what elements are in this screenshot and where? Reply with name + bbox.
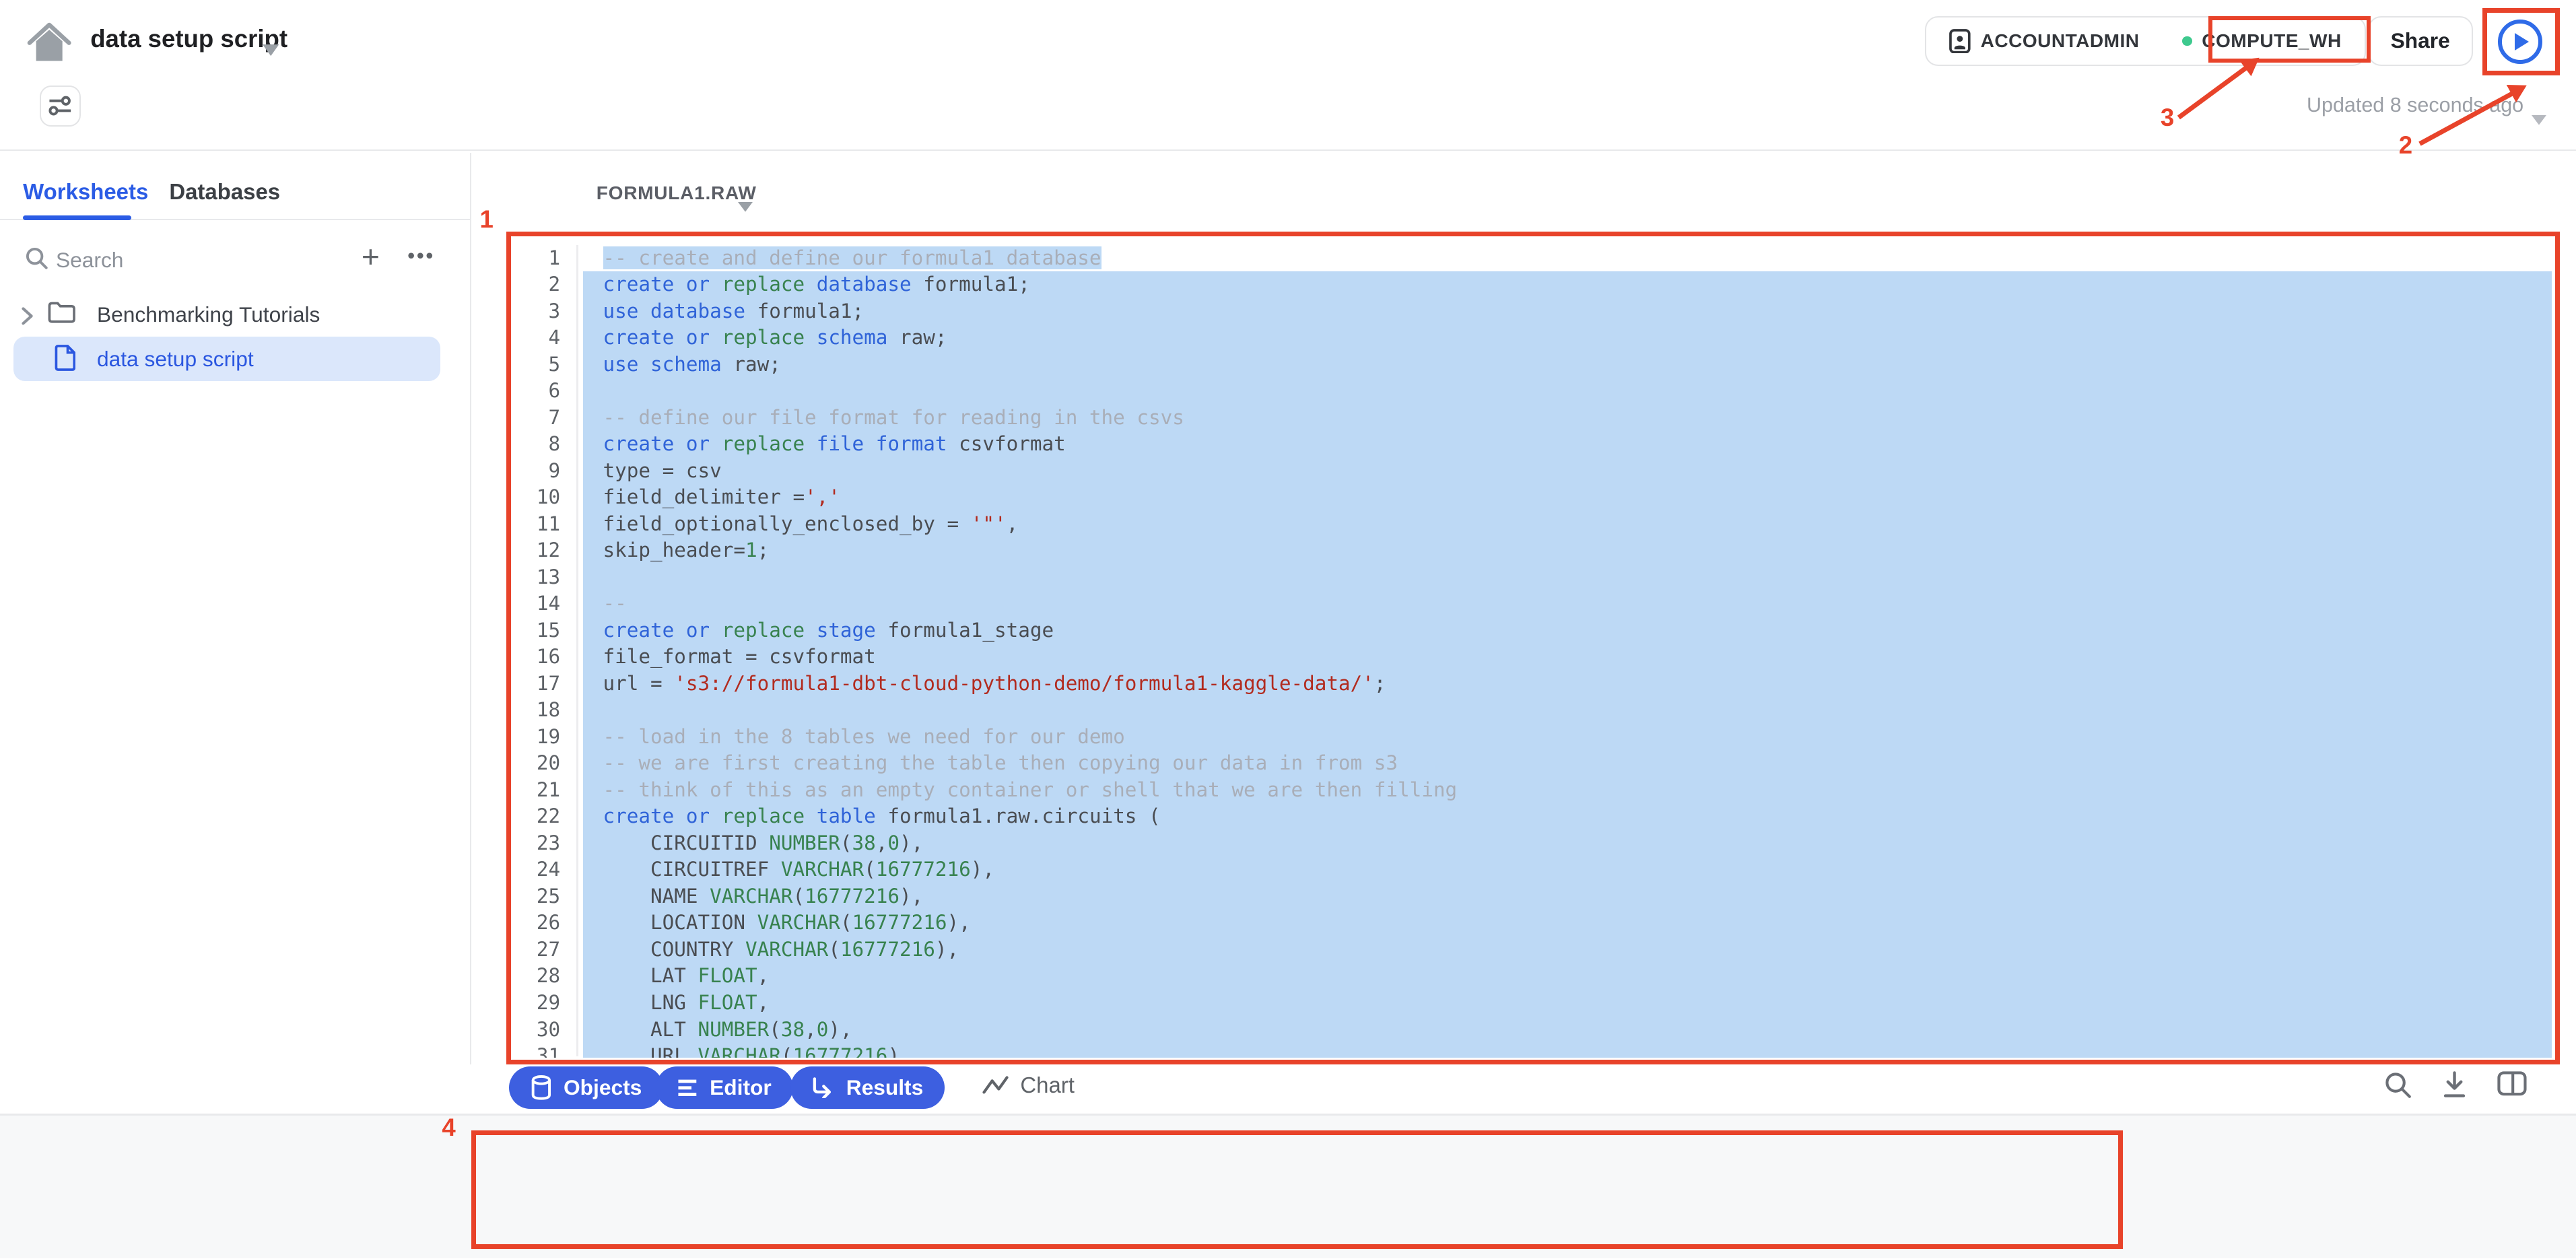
tab-worksheets[interactable]: Worksheets: [23, 179, 148, 205]
worksheet-label: data setup script: [97, 347, 254, 372]
sql-editor[interactable]: 1234567891011121314151617181920212223242…: [511, 236, 2555, 1058]
folder-label: Benchmarking Tutorials: [97, 302, 320, 327]
run-circle-icon: [2498, 20, 2542, 64]
active-tab-underline: [23, 215, 131, 220]
user-badge-icon: [1949, 29, 1971, 54]
run-button[interactable]: [2487, 11, 2553, 72]
worksheet-filters-button[interactable]: [40, 86, 81, 127]
editor-lines-icon: [677, 1077, 698, 1099]
role-selector[interactable]: ACCOUNTADMIN: [1981, 30, 2140, 52]
editor-button[interactable]: Editor: [656, 1066, 793, 1109]
code-lines[interactable]: -- create and define our formula1 databa…: [583, 245, 2551, 1058]
return-arrow-icon: [811, 1077, 834, 1099]
home-icon[interactable]: [26, 22, 72, 64]
sidebar-item-folder[interactable]: Benchmarking Tutorials: [0, 294, 471, 337]
chart-line-icon: [982, 1076, 1009, 1095]
line-number-gutter: 1234567891011121314151617181920212223242…: [511, 245, 567, 1058]
worksheet-title[interactable]: data setup script: [90, 25, 287, 53]
annotation-label-1: 1: [480, 205, 494, 234]
download-icon[interactable]: [2441, 1071, 2468, 1099]
results-label: Results: [846, 1075, 924, 1100]
updated-status-text: Updated 8 seconds ago: [2307, 94, 2523, 117]
editor-label: Editor: [710, 1075, 772, 1100]
chevron-right-icon[interactable]: [22, 302, 33, 332]
snowsight-worksheet-page: data setup script ACCOUNTADMIN COMPUTE_W…: [0, 0, 2576, 1258]
results-toolbar: Objects Editor Results Chart: [0, 1064, 2576, 1114]
sidebar-search-row: Search + •••: [0, 235, 471, 284]
search-results-icon[interactable]: [2384, 1071, 2412, 1099]
share-button[interactable]: Share: [2368, 16, 2473, 65]
split-panel-icon[interactable]: [2497, 1071, 2527, 1096]
database-schema-selector[interactable]: FORMULA1.RAW: [597, 182, 757, 204]
gutter-separator: [576, 245, 578, 1056]
context-dropdown-caret-icon[interactable]: [738, 189, 753, 219]
database-icon: [531, 1075, 552, 1100]
worksheet-doc-icon: [55, 345, 76, 378]
sidebar-item-worksheet-selected[interactable]: data setup script: [13, 337, 440, 381]
warehouse-status-dot: [2182, 36, 2192, 46]
session-context-pill: ACCOUNTADMIN COMPUTE_WH: [1925, 16, 2366, 65]
results-action-icons: [2384, 1071, 2576, 1099]
results-button[interactable]: Results: [790, 1066, 945, 1109]
search-input[interactable]: Search: [56, 248, 124, 273]
chart-tab[interactable]: Chart: [982, 1073, 1075, 1098]
results-panel: filestatusrows_parsedrows_loadederror_li…: [0, 1116, 2576, 1258]
search-icon: [25, 246, 48, 276]
chart-label: Chart: [1020, 1073, 1075, 1098]
top-header: data setup script ACCOUNTADMIN COMPUTE_W…: [0, 0, 2576, 151]
title-dropdown-caret-icon[interactable]: [263, 33, 279, 63]
objects-button[interactable]: Objects: [509, 1066, 663, 1109]
warehouse-selector[interactable]: COMPUTE_WH: [2202, 30, 2341, 52]
objects-label: Objects: [564, 1075, 642, 1100]
play-icon: [2515, 33, 2529, 50]
sidebar-more-button[interactable]: •••: [407, 243, 435, 268]
updated-dropdown-caret-icon[interactable]: [2532, 102, 2546, 131]
new-worksheet-button[interactable]: +: [362, 238, 380, 275]
tab-databases[interactable]: Databases: [169, 179, 280, 205]
folder-icon: [48, 301, 75, 331]
